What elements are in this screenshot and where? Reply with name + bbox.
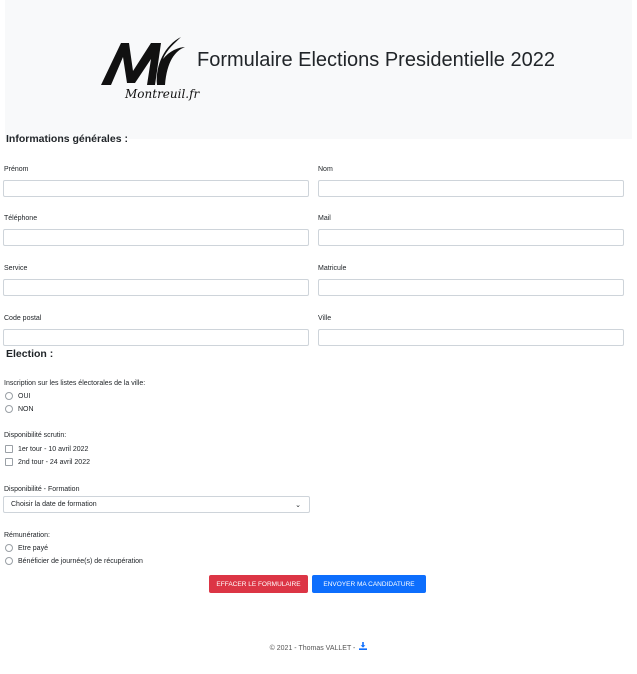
page-title: Formulaire Elections Presidentielle 2022 [197, 49, 555, 71]
inscription-non-option[interactable]: NON [5, 405, 34, 413]
telephone-input[interactable] [3, 229, 309, 246]
radio-paye[interactable] [5, 544, 13, 552]
mail-input[interactable] [318, 229, 624, 246]
prenom-input[interactable] [3, 180, 309, 197]
inscription-oui-label: OUI [18, 392, 31, 400]
footer: © 2021 - Thomas VALLET - [0, 642, 637, 652]
service-input[interactable] [3, 279, 309, 296]
scrutin-label: Disponibilité scrutin: [4, 432, 67, 439]
remuneration-label: Rémunération: [4, 532, 50, 539]
ville-input[interactable] [318, 329, 624, 346]
download-icon[interactable] [359, 642, 368, 652]
telephone-label: Téléphone [4, 215, 38, 222]
formation-selected-value: Choisir la date de formation [11, 501, 97, 508]
radio-non[interactable] [5, 405, 13, 413]
section-election-title: Election : [6, 348, 54, 360]
section-general-title: Informations générales : [6, 133, 128, 145]
remuneration-recup-label: Bénéficier de journée(s) de récupération [18, 557, 143, 565]
tour1-label: 1er tour - 10 avril 2022 [18, 445, 89, 453]
checkbox-tour1[interactable] [5, 445, 13, 453]
matricule-input[interactable] [318, 279, 624, 296]
nom-label: Nom [318, 166, 333, 173]
footer-text: © 2021 - Thomas VALLET - [269, 645, 358, 652]
nom-input[interactable] [318, 180, 624, 197]
logo-text: Montreuil.fr [125, 87, 200, 101]
remuneration-paye-option[interactable]: Etre payé [5, 544, 48, 552]
radio-recuperation[interactable] [5, 557, 13, 565]
tour2-option[interactable]: 2nd tour - 24 avril 2022 [5, 458, 90, 466]
inscription-label: Inscription sur les listes électorales d… [4, 380, 146, 387]
remuneration-paye-label: Etre payé [18, 544, 48, 552]
tour2-label: 2nd tour - 24 avril 2022 [18, 458, 90, 466]
prenom-label: Prénom [4, 166, 29, 173]
page-header: Montreuil.fr Formulaire Elections Presid… [5, 0, 632, 139]
service-label: Service [4, 265, 28, 272]
mail-label: Mail [318, 215, 331, 222]
code-postal-input[interactable] [3, 329, 309, 346]
formation-select[interactable]: Choisir la date de formation ⌄ [3, 496, 310, 513]
matricule-label: Matricule [318, 265, 347, 272]
chevron-down-icon: ⌄ [295, 501, 301, 509]
send-application-button[interactable]: ENVOYER MA CANDIDATURE [312, 575, 426, 593]
inscription-non-label: NON [18, 405, 34, 413]
inscription-oui-option[interactable]: OUI [5, 392, 30, 400]
code-postal-label: Code postal [4, 315, 42, 322]
radio-oui[interactable] [5, 392, 13, 400]
ville-label: Ville [318, 315, 332, 322]
checkbox-tour2[interactable] [5, 458, 13, 466]
tour1-option[interactable]: 1er tour - 10 avril 2022 [5, 445, 88, 453]
clear-form-button[interactable]: EFFACER LE FORMULAIRE [209, 575, 308, 593]
formation-label: Disponibilité - Formation [4, 486, 80, 493]
remuneration-recup-option[interactable]: Bénéficier de journée(s) de récupération [5, 557, 143, 565]
